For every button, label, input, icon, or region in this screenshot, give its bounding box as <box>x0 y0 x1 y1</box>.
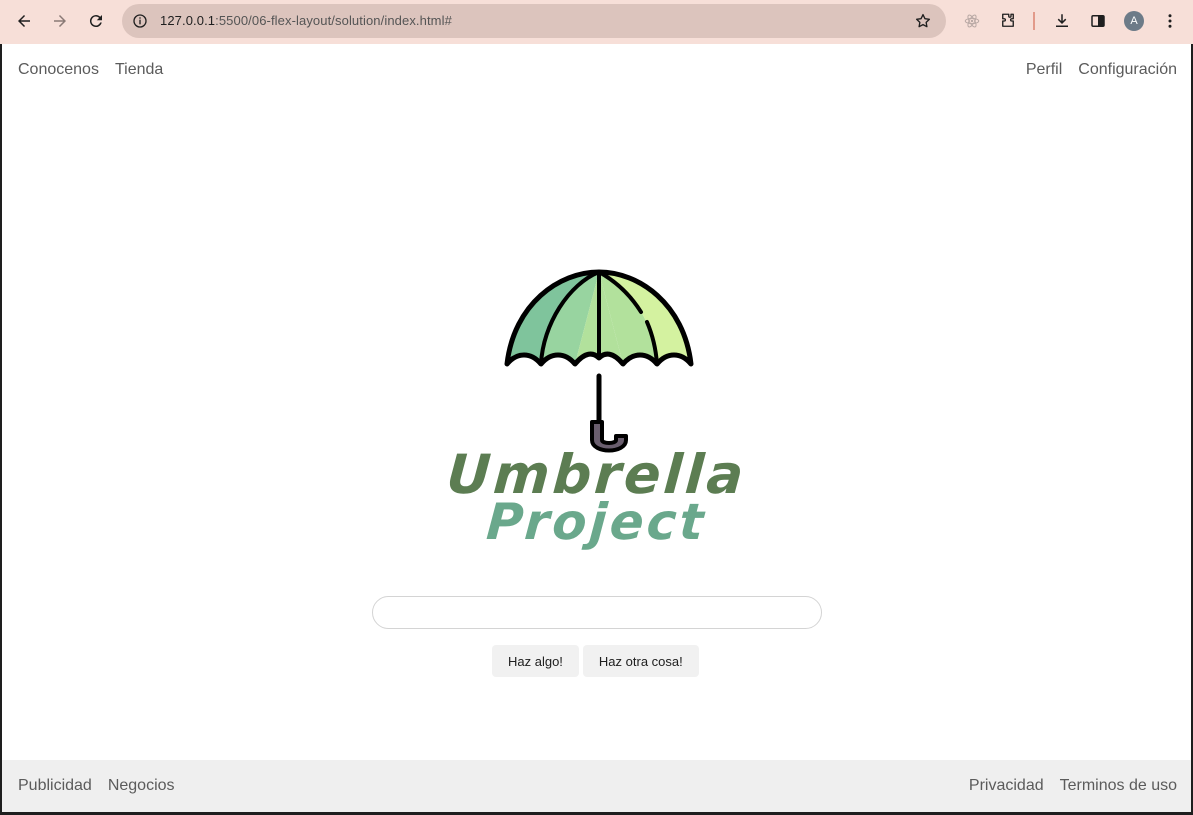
brand-title-line2: Project <box>484 493 709 551</box>
menu-icon[interactable] <box>1160 11 1180 31</box>
reload-icon[interactable] <box>84 9 108 33</box>
toolbar-divider <box>1033 12 1035 30</box>
nav-link-configuracion[interactable]: Configuración <box>1078 61 1177 79</box>
forward-icon[interactable] <box>48 9 72 33</box>
footer-link-publicidad[interactable]: Publicidad <box>18 777 92 795</box>
top-nav: Conocenos Tienda Perfil Configuración <box>2 44 1191 96</box>
umbrella-logo-icon <box>504 269 694 453</box>
avatar-letter: A <box>1130 15 1138 27</box>
nav-link-conocenos[interactable]: Conocenos <box>18 61 99 79</box>
download-icon[interactable] <box>1052 11 1072 31</box>
react-devtools-icon[interactable] <box>962 11 982 31</box>
browser-toolbar: 127.0.0.1:5500/06-flex-layout/solution/i… <box>0 0 1193 44</box>
info-icon[interactable] <box>132 13 148 29</box>
footer-right: Privacidad Terminos de uso <box>969 777 1177 795</box>
footer-link-negocios[interactable]: Negocios <box>108 777 175 795</box>
haz-otra-cosa-button[interactable]: Haz otra cosa! <box>582 645 699 677</box>
window-edge-left <box>0 44 2 815</box>
footer-left: Publicidad Negocios <box>18 777 175 795</box>
footer: Publicidad Negocios Privacidad Terminos … <box>2 760 1191 812</box>
top-nav-right: Perfil Configuración <box>1026 61 1177 79</box>
footer-link-terminos[interactable]: Terminos de uso <box>1060 777 1177 795</box>
profile-avatar[interactable]: A <box>1124 11 1144 31</box>
page-viewport: Conocenos Tienda Perfil Configuración Um… <box>2 44 1191 812</box>
url-text: 127.0.0.1:5500/06-flex-layout/solution/i… <box>160 13 452 28</box>
nav-link-perfil[interactable]: Perfil <box>1026 61 1062 79</box>
search-input[interactable] <box>372 596 822 629</box>
sidepanel-icon[interactable] <box>1088 11 1108 31</box>
extensions-icon[interactable] <box>998 11 1018 31</box>
address-bar[interactable]: 127.0.0.1:5500/06-flex-layout/solution/i… <box>122 4 946 38</box>
nav-link-tienda[interactable]: Tienda <box>115 61 163 79</box>
url-host: 127.0.0.1 <box>160 13 216 28</box>
main-content: Umbrella Project Haz algo! Haz otra cosa… <box>2 96 1191 760</box>
haz-algo-button[interactable]: Haz algo! <box>492 645 579 677</box>
url-path: :5500/06-flex-layout/solution/index.html… <box>215 13 452 28</box>
back-icon[interactable] <box>12 9 36 33</box>
footer-link-privacidad[interactable]: Privacidad <box>969 777 1044 795</box>
top-nav-left: Conocenos Tienda <box>18 61 163 79</box>
star-icon[interactable] <box>914 12 932 30</box>
action-buttons: Haz algo! Haz otra cosa! <box>492 645 699 677</box>
